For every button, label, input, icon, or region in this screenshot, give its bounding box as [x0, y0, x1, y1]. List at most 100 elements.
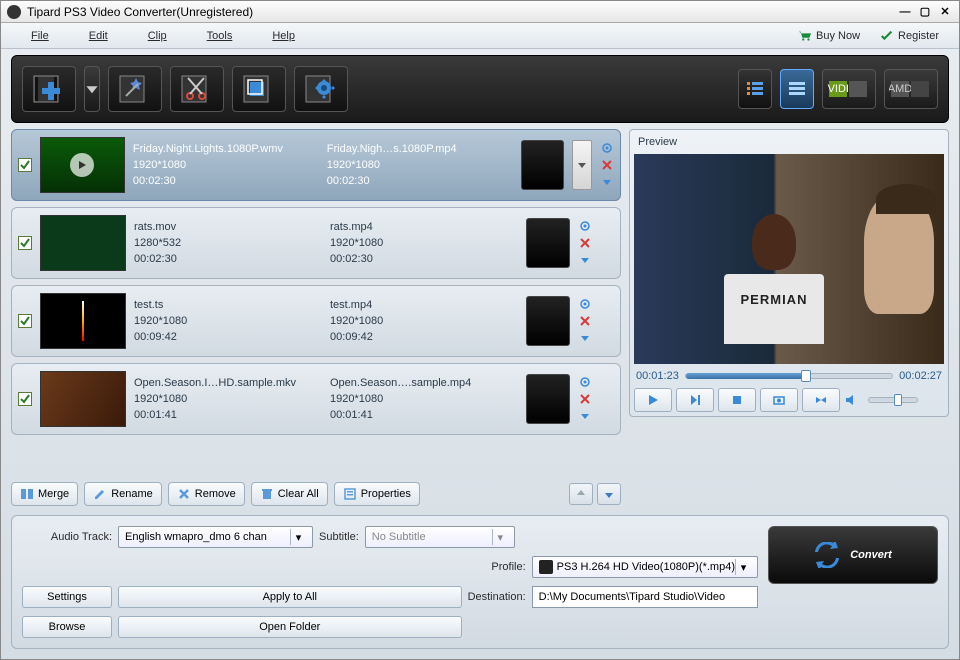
menu-edit[interactable]: Edit — [69, 26, 128, 46]
file-row[interactable]: test.ts1920*108000:09:42test.mp41920*108… — [11, 285, 621, 357]
browse-button[interactable]: Browse — [22, 616, 112, 638]
thumbnail-view-button[interactable] — [780, 69, 814, 109]
file-checkbox[interactable] — [18, 392, 32, 406]
x-icon — [177, 487, 191, 501]
clear-all-button[interactable]: Clear All — [251, 482, 328, 506]
target-duration: 00:09:42 — [330, 330, 518, 344]
target-duration: 00:02:30 — [330, 252, 518, 266]
row-settings-button[interactable] — [600, 141, 614, 155]
crop-button[interactable] — [232, 66, 286, 112]
profile-settings-button[interactable]: Settings — [22, 586, 112, 608]
row-down-button[interactable] — [578, 409, 592, 423]
add-file-button[interactable] — [22, 66, 76, 112]
menu-tools[interactable]: Tools — [187, 26, 253, 46]
source-meta: Open.Season.I…HD.sample.mkv1920*108000:0… — [134, 376, 322, 423]
row-remove-button[interactable] — [578, 236, 592, 250]
menu-clip[interactable]: Clip — [128, 26, 187, 46]
row-down-button[interactable] — [578, 331, 592, 345]
menu-help[interactable]: Help — [252, 26, 315, 46]
main-toolbar: NVIDIA AMD — [11, 55, 949, 123]
minimize-button[interactable]: — — [897, 5, 913, 19]
target-device-icon — [521, 140, 565, 190]
audio-track-combo[interactable]: English wmapro_dmo 6 chan ▾ — [118, 526, 313, 548]
file-row[interactable]: Friday.Night.Lights.1080P.wmv1920*108000… — [11, 129, 621, 201]
file-row[interactable]: rats.mov1280*53200:02:30rats.mp41920*108… — [11, 207, 621, 279]
total-time: 00:02:27 — [899, 370, 942, 382]
list-view-button[interactable] — [738, 69, 772, 109]
list-actions: Merge Rename Remove Clear All Properties — [11, 479, 621, 509]
row-settings-button[interactable] — [578, 297, 592, 311]
source-meta: Friday.Night.Lights.1080P.wmv1920*108000… — [133, 142, 319, 189]
source-resolution: 1920*1080 — [134, 314, 322, 328]
audio-track-label: Audio Track: — [22, 531, 112, 543]
move-up-button[interactable] — [569, 483, 593, 505]
seek-slider[interactable] — [685, 373, 893, 379]
file-thumbnail — [40, 371, 126, 427]
move-down-button[interactable] — [597, 483, 621, 505]
source-resolution: 1920*1080 — [134, 392, 322, 406]
target-resolution: 1920*1080 — [330, 392, 518, 406]
rename-button[interactable]: Rename — [84, 482, 162, 506]
source-filename: rats.mov — [134, 220, 322, 234]
window-title: Tipard PS3 Video Converter(Unregistered) — [27, 5, 897, 19]
row-remove-button[interactable] — [578, 314, 592, 328]
row-settings-button[interactable] — [578, 375, 592, 389]
convert-button[interactable]: Convert — [768, 526, 938, 584]
file-thumbnail — [40, 215, 126, 271]
nvidia-badge: NVIDIA — [822, 69, 876, 109]
stop-button[interactable] — [718, 388, 756, 412]
pencil-icon — [93, 487, 107, 501]
timeline: 00:01:23 00:02:27 — [634, 368, 944, 384]
row-settings-button[interactable] — [578, 219, 592, 233]
remove-button[interactable]: Remove — [168, 482, 245, 506]
row-down-button[interactable] — [600, 175, 614, 189]
preview-video[interactable]: PERMIAN — [634, 154, 944, 364]
file-row[interactable]: Open.Season.I…HD.sample.mkv1920*108000:0… — [11, 363, 621, 435]
profile-combo[interactable]: PS3 H.264 HD Video(1080P)(*.mp4) ▾ — [532, 556, 758, 578]
trim-button[interactable] — [170, 66, 224, 112]
source-filename: Friday.Night.Lights.1080P.wmv — [133, 142, 319, 156]
preview-panel: Preview PERMIAN 00:01:23 00:02:27 — [629, 129, 949, 417]
file-checkbox[interactable] — [18, 236, 32, 250]
file-checkbox[interactable] — [18, 158, 32, 172]
register-link[interactable]: Register — [870, 28, 949, 44]
transport-bar — [634, 388, 944, 412]
play-button[interactable] — [634, 388, 672, 412]
buy-now-link[interactable]: Buy Now — [788, 28, 870, 44]
step-button[interactable] — [676, 388, 714, 412]
destination-input[interactable]: D:\My Documents\Tipard Studio\Video — [532, 586, 758, 608]
add-file-dropdown[interactable] — [84, 66, 100, 112]
target-format-dropdown[interactable] — [572, 140, 592, 190]
row-remove-button[interactable] — [600, 158, 614, 172]
ps3-icon — [539, 560, 553, 574]
check-icon — [880, 30, 894, 42]
source-filename: Open.Season.I…HD.sample.mkv — [134, 376, 322, 390]
title-bar: Tipard PS3 Video Converter(Unregistered)… — [1, 1, 959, 23]
settings-button[interactable] — [294, 66, 348, 112]
row-remove-button[interactable] — [578, 392, 592, 406]
subtitle-label: Subtitle: — [319, 531, 359, 543]
menu-file[interactable]: File — [11, 26, 69, 46]
subtitle-combo[interactable]: No Subtitle ▾ — [365, 526, 515, 548]
snapshot-button[interactable] — [760, 388, 798, 412]
apply-to-all-button[interactable]: Apply to All — [118, 586, 462, 608]
target-device-icon — [526, 374, 570, 424]
volume-slider[interactable] — [868, 397, 918, 403]
effect-button[interactable] — [108, 66, 162, 112]
merge-button[interactable]: Merge — [11, 482, 78, 506]
row-down-button[interactable] — [578, 253, 592, 267]
preview-label: Preview — [634, 134, 944, 150]
target-meta: rats.mp41920*108000:02:30 — [330, 220, 518, 267]
file-checkbox[interactable] — [18, 314, 32, 328]
fullscreen-button[interactable] — [802, 388, 840, 412]
maximize-button[interactable]: ▢ — [917, 5, 933, 19]
target-filename: rats.mp4 — [330, 220, 518, 234]
target-duration: 00:02:30 — [327, 174, 513, 188]
convert-icon — [814, 542, 840, 568]
current-time: 00:01:23 — [636, 370, 679, 382]
file-thumbnail — [40, 293, 126, 349]
close-button[interactable]: ✕ — [937, 5, 953, 19]
properties-button[interactable]: Properties — [334, 482, 420, 506]
open-folder-button[interactable]: Open Folder — [118, 616, 462, 638]
merge-icon — [20, 487, 34, 501]
